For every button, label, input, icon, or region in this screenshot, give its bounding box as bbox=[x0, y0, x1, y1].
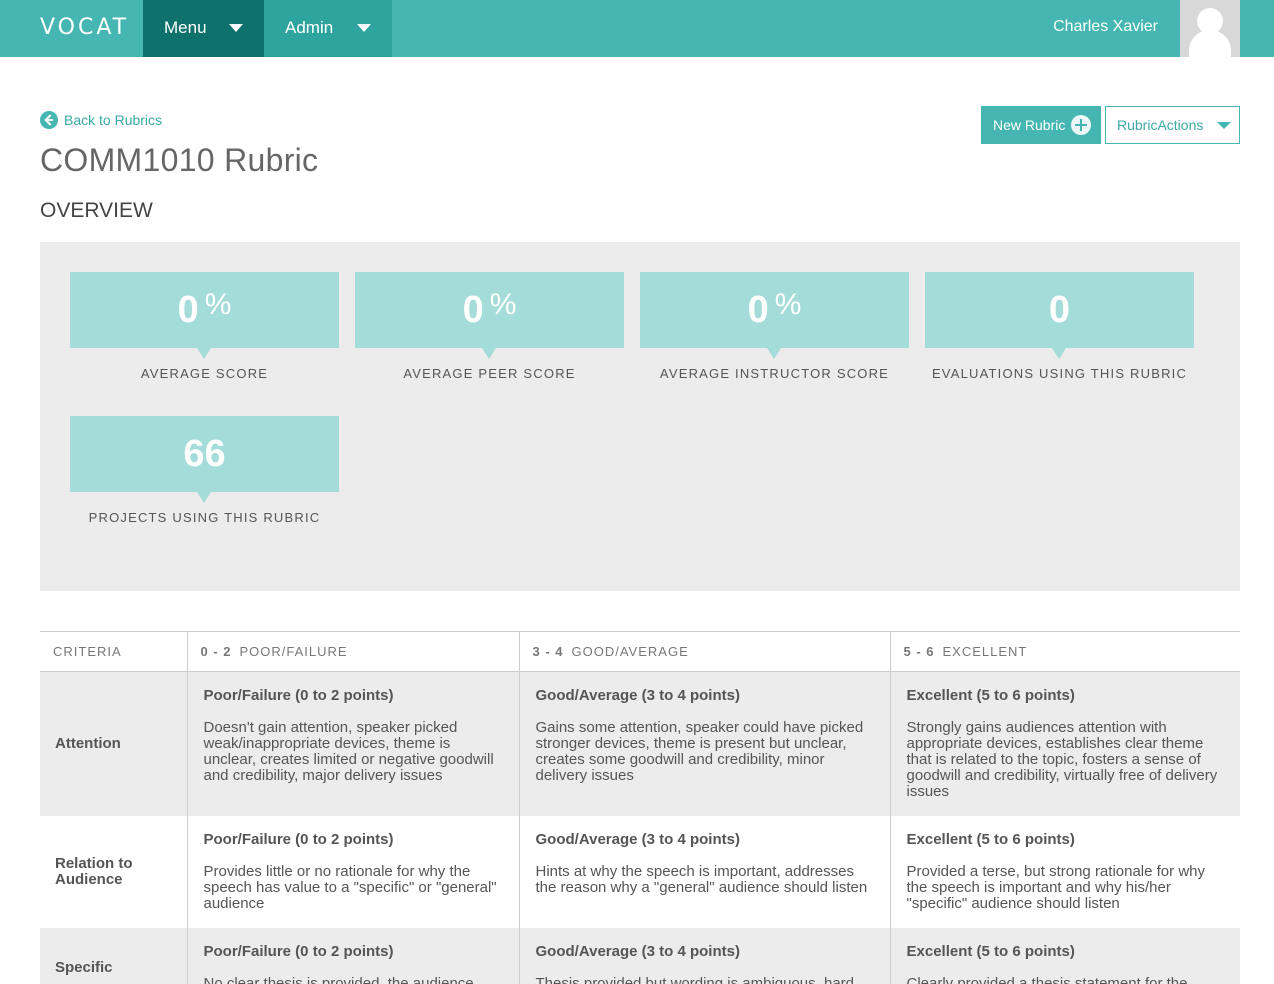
cell-description: Gains some attention, speaker could have… bbox=[535, 719, 864, 784]
stat-label: EVALUATIONS USING THIS RUBRIC bbox=[931, 366, 1188, 381]
new-rubric-button[interactable]: New Rubric bbox=[981, 106, 1101, 144]
stat-box: 66 bbox=[70, 416, 339, 503]
plus-circle-icon bbox=[1071, 115, 1091, 135]
stat-label: AVERAGE PEER SCORE bbox=[403, 366, 576, 381]
table-row: Relation to Audience Poor/Failure (0 to … bbox=[40, 816, 1240, 928]
top-navbar: VOCAT Menu Admin Charles Xavier bbox=[0, 0, 1274, 57]
cell-description: No clear thesis is provided, the audienc… bbox=[203, 975, 474, 984]
rubric-cell: Poor/Failure (0 to 2 points) No clear th… bbox=[186, 928, 519, 984]
cell-title: Poor/Failure (0 to 2 points) bbox=[203, 687, 394, 704]
rubric-cell: Poor/Failure (0 to 2 points) Doesn't gai… bbox=[186, 671, 519, 816]
column-header-excellent: 5 - 6 EXCELLENT bbox=[889, 631, 1240, 672]
stat-average-score: 0% AVERAGE SCORE bbox=[70, 272, 339, 381]
rubric-cell: Good/Average (3 to 4 points) Gains some … bbox=[518, 671, 890, 816]
stat-average-peer-score: 0% AVERAGE PEER SCORE bbox=[355, 272, 624, 381]
cell-description: Clearly provided a thesis statement for … bbox=[906, 975, 1188, 984]
column-header-criteria: CRITERIA bbox=[40, 631, 187, 672]
rubric-actions-label: RubricActions bbox=[1117, 117, 1204, 133]
stat-box: 0 bbox=[925, 272, 1194, 359]
rubric-cell: Good/Average (3 to 4 points) Thesis prov… bbox=[518, 928, 890, 984]
rubric-table: CRITERIA 0 - 2 POOR/FAILURE 3 - 4 GOOD/AVE… bbox=[40, 631, 1240, 984]
chevron-down-icon bbox=[229, 24, 243, 32]
stat-value: 66 bbox=[183, 433, 226, 475]
vocat-logo[interactable]: VOCAT bbox=[40, 15, 129, 40]
column-range: 3 - 4 bbox=[532, 644, 564, 659]
criteria-name: Relation to Audience bbox=[40, 816, 187, 928]
rubric-cell: Good/Average (3 to 4 points) Hints at wh… bbox=[518, 816, 890, 928]
cell-description: Doesn't gain attention, speaker picked w… bbox=[203, 719, 494, 784]
page-title: COMM1010 Rubric bbox=[40, 142, 319, 178]
chevron-down-icon bbox=[1217, 122, 1231, 129]
table-row: Attention Poor/Failure (0 to 2 points) D… bbox=[40, 671, 1240, 816]
column-label: EXCELLENT bbox=[942, 644, 1028, 659]
stat-unit: % bbox=[774, 288, 802, 321]
stat-projects-count: 66 PROJECTS USING THIS RUBRIC bbox=[70, 416, 339, 525]
stat-average-instructor-score: 0% AVERAGE INSTRUCTOR SCORE bbox=[640, 272, 909, 381]
cell-title: Good/Average (3 to 4 points) bbox=[535, 687, 740, 704]
criteria-name: Specific bbox=[40, 928, 187, 984]
overview-heading: OVERVIEW bbox=[40, 199, 153, 222]
rubric-cell: Excellent (5 to 6 points) Provided a ter… bbox=[889, 816, 1240, 928]
column-range: 5 - 6 bbox=[903, 644, 935, 659]
column-header-poor: 0 - 2 POOR/FAILURE bbox=[186, 631, 519, 672]
stat-box: 0% bbox=[70, 272, 339, 359]
rubric-header-row: CRITERIA 0 - 2 POOR/FAILURE 3 - 4 GOOD/AVE… bbox=[40, 631, 1240, 672]
chevron-down-icon bbox=[357, 24, 371, 32]
avatar[interactable] bbox=[1180, 0, 1240, 57]
stat-unit: % bbox=[489, 288, 517, 321]
cell-description: Provides little or no rationale for why … bbox=[203, 863, 497, 912]
cell-description: Strongly gains audiences attention with … bbox=[906, 719, 1218, 800]
stat-box: 0% bbox=[640, 272, 909, 359]
cell-title: Excellent (5 to 6 points) bbox=[906, 943, 1075, 960]
stat-label: PROJECTS USING THIS RUBRIC bbox=[88, 510, 321, 525]
stat-unit: % bbox=[204, 288, 232, 321]
admin-label: Admin bbox=[285, 18, 334, 37]
cell-title: Excellent (5 to 6 points) bbox=[906, 687, 1075, 704]
menu-label: Menu bbox=[164, 18, 207, 37]
stat-value: 0 bbox=[177, 289, 199, 331]
stat-value: 0 bbox=[1048, 289, 1071, 331]
cell-title: Good/Average (3 to 4 points) bbox=[535, 831, 740, 848]
cell-title: Poor/Failure (0 to 2 points) bbox=[203, 831, 394, 848]
stat-value: 0 bbox=[462, 289, 484, 331]
back-to-rubrics-link[interactable]: Back to Rubrics bbox=[40, 111, 162, 129]
stat-value: 0 bbox=[747, 289, 769, 331]
column-range: 0 - 2 bbox=[200, 644, 232, 659]
stat-label: AVERAGE SCORE bbox=[140, 366, 269, 381]
user-name[interactable]: Charles Xavier bbox=[1053, 18, 1158, 36]
cell-title: Good/Average (3 to 4 points) bbox=[535, 943, 740, 960]
rubric-actions-dropdown[interactable]: RubricActions bbox=[1105, 106, 1240, 144]
rubric-cell: Excellent (5 to 6 points) Clearly provid… bbox=[889, 928, 1240, 984]
cell-title: Excellent (5 to 6 points) bbox=[906, 831, 1075, 848]
cell-title: Poor/Failure (0 to 2 points) bbox=[203, 943, 394, 960]
cell-description: Provided a terse, but strong rationale f… bbox=[906, 863, 1206, 912]
stat-evaluations-count: 0 EVALUATIONS USING THIS RUBRIC bbox=[925, 272, 1194, 381]
column-label: GOOD/AVERAGE bbox=[571, 644, 689, 659]
rubric-cell: Excellent (5 to 6 points) Strongly gains… bbox=[889, 671, 1240, 816]
rubric-cell: Poor/Failure (0 to 2 points) Provides li… bbox=[186, 816, 519, 928]
stat-label: AVERAGE INSTRUCTOR SCORE bbox=[659, 366, 890, 381]
overview-panel: 0% AVERAGE SCORE 0% AVERAGE PEER SCORE 0… bbox=[40, 242, 1240, 591]
avatar-body-shape bbox=[1189, 30, 1231, 57]
admin-dropdown[interactable]: Admin bbox=[264, 0, 392, 57]
column-label: CRITERIA bbox=[53, 644, 122, 659]
column-header-good: 3 - 4 GOOD/AVERAGE bbox=[518, 631, 890, 672]
new-rubric-label: New Rubric bbox=[993, 117, 1066, 133]
cell-description: Thesis provided but wording is ambiguous… bbox=[535, 975, 855, 984]
stat-box: 0% bbox=[355, 272, 624, 359]
back-link-label: Back to Rubrics bbox=[64, 112, 163, 128]
arrow-left-circle-icon bbox=[40, 111, 58, 129]
column-label: POOR/FAILURE bbox=[239, 644, 348, 659]
cell-description: Hints at why the speech is important, ad… bbox=[535, 863, 868, 896]
criteria-name: Attention bbox=[40, 671, 187, 816]
table-row: Specific Poor/Failure (0 to 2 points) No… bbox=[40, 928, 1240, 984]
menu-dropdown[interactable]: Menu bbox=[143, 0, 264, 57]
